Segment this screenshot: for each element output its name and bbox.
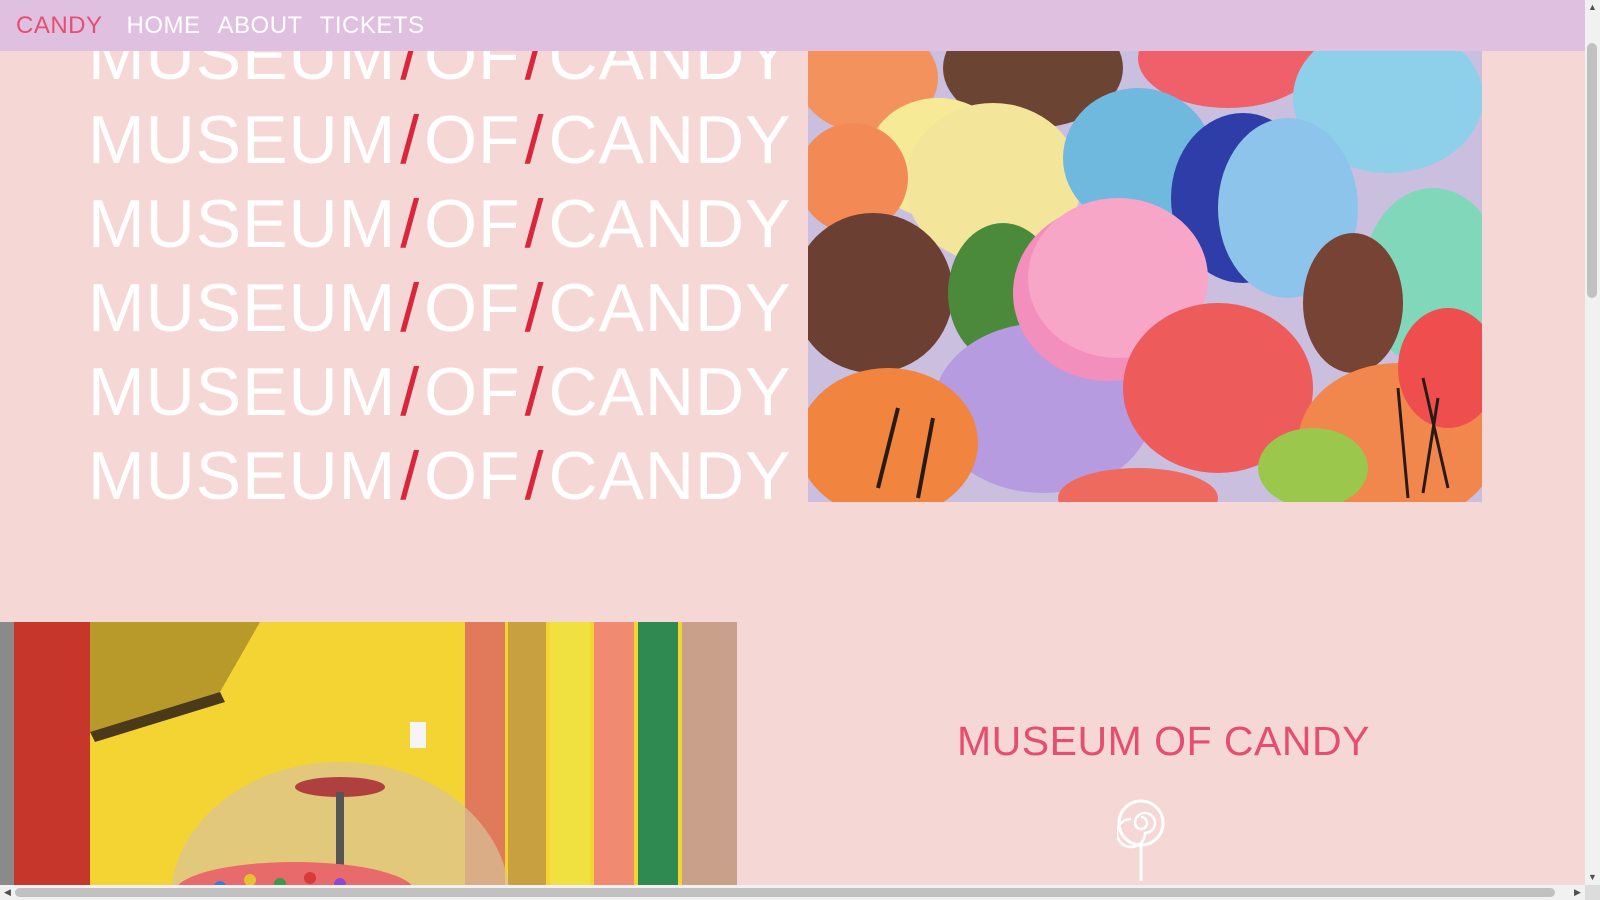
hero-title-line: MUSEUM/OF/CANDY — [88, 186, 792, 262]
scroll-up-arrow-icon[interactable]: ▲ — [1585, 0, 1600, 15]
hero-title-line: MUSEUM/OF/CANDY — [88, 438, 792, 514]
scroll-down-arrow-icon[interactable]: ▼ — [1585, 870, 1600, 885]
scroll-left-arrow-icon[interactable]: ◀ — [0, 885, 15, 900]
horizontal-scroll-thumb[interactable] — [15, 888, 1555, 897]
scroll-right-arrow-icon[interactable]: ▶ — [1570, 885, 1585, 900]
vertical-scroll-thumb[interactable] — [1587, 43, 1597, 298]
candy-store-image — [0, 622, 737, 885]
vertical-scrollbar[interactable]: ▲ ▼ — [1585, 0, 1600, 885]
scrollbar-corner — [1585, 885, 1600, 900]
brand-link[interactable]: CANDY — [16, 12, 103, 40]
page: MUSEUM/OF/CANDY MUSEUM/OF/CANDY MUSEUM/O… — [0, 0, 1585, 885]
navbar: CANDY HOME ABOUT TICKETS — [0, 0, 1585, 51]
section-title: MUSEUM OF CANDY — [957, 718, 1370, 764]
horizontal-scrollbar[interactable]: ◀ ▶ — [0, 885, 1585, 900]
nav-link-home[interactable]: HOME — [127, 12, 201, 40]
hero-title-stack: MUSEUM/OF/CANDY MUSEUM/OF/CANDY MUSEUM/O… — [88, 14, 792, 518]
lollipop-icon — [1115, 799, 1165, 881]
hero-title-line: MUSEUM/OF/CANDY — [88, 354, 792, 430]
nav-link-about[interactable]: ABOUT — [218, 12, 303, 40]
hero-title-line: MUSEUM/OF/CANDY — [88, 102, 792, 178]
macarons-image — [808, 48, 1482, 502]
nav-link-tickets[interactable]: TICKETS — [320, 12, 425, 40]
hero-title-line: MUSEUM/OF/CANDY — [88, 270, 792, 346]
